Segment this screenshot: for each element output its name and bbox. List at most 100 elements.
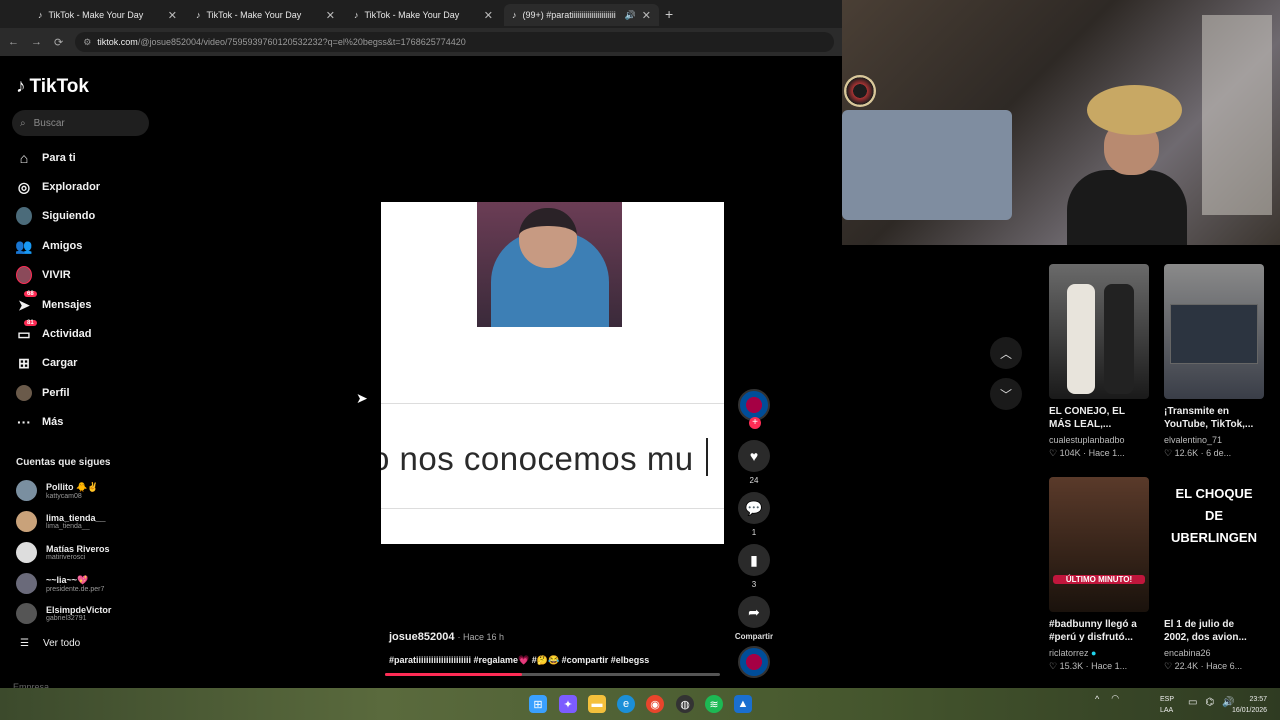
card-user[interactable]: elvalentino_71 (1164, 435, 1264, 445)
folder-icon[interactable]: ▬ (588, 695, 606, 713)
share-label: Compartir (734, 632, 774, 641)
close-icon[interactable]: ✕ (326, 9, 335, 22)
nav-item-amigos[interactable]: 👥 Amigos (15, 236, 82, 256)
following-icon (16, 207, 32, 225)
thumbnail-text: EL CHOQUE DE UBERLINGEN (1171, 486, 1257, 545)
copilot-icon[interactable]: ✦ (559, 695, 577, 713)
next-video-button[interactable]: ﹀ (990, 378, 1022, 410)
video-player[interactable]: o nos conocemos mu (381, 202, 724, 544)
suggestion-card[interactable]: ¡Transmite en YouTube, TikTok,... ⋮ elval… (1164, 264, 1264, 459)
search-placeholder: Buscar (33, 117, 65, 129)
site-info-icon[interactable]: ⚙ (83, 37, 91, 48)
like-count: 24 (749, 476, 759, 485)
tab-2[interactable]: ♪ TikTok - Make Your Day ✕ (188, 4, 343, 26)
account-item[interactable]: Pollito 🐥✌ kattycam08 (16, 480, 98, 501)
chevron-down-icon: ﹀ (999, 387, 1012, 402)
suggestion-card[interactable]: EL CHOQUE DE UBERLINGEN El 1 de julio de… (1164, 477, 1264, 672)
nav-label: Perfil (42, 387, 70, 399)
tab-4[interactable]: ♪ (99+) #paratiiiiiiiiiiiiiiiiiiiiii 🔊 ✕ (504, 4, 659, 26)
close-icon[interactable]: ✕ (642, 9, 651, 22)
account-item[interactable]: ~~lia~~💖 presidente.de.per7 (16, 573, 104, 594)
nav-label: Para ti (42, 152, 76, 164)
nav-item-para-ti[interactable]: ⌂ Para ti (16, 148, 76, 168)
profile-icon (16, 385, 32, 401)
account-item[interactable]: lima_tienda__ lima_tienda__ (16, 511, 106, 532)
network-icon[interactable]: ⌬ (1205, 697, 1214, 708)
card-stats: ♡ 12.6K · 6 de... (1164, 448, 1232, 458)
nav-item-mensajes[interactable]: ➤ 68 Mensajes (16, 291, 92, 315)
video-caption-overlay: o nos conocemos mu (381, 440, 694, 477)
more-icon[interactable]: ⋮ (1145, 405, 1149, 418)
card-user[interactable]: cualestuplanbadbo (1049, 435, 1149, 445)
display-icon[interactable]: ▭ (1188, 697, 1197, 708)
close-icon[interactable]: ✕ (168, 9, 177, 22)
app-icon[interactable]: ▲ (734, 695, 752, 713)
author-name: josue852004 (389, 631, 455, 643)
account-name: ElsimpdeVictor (46, 605, 112, 615)
tiktok-icon: ♪ (512, 10, 517, 20)
new-tab-button[interactable]: + (665, 6, 673, 22)
clock-date: 16/01/2026 (1232, 707, 1268, 714)
nav-item-cargar[interactable]: ⊞ Cargar (16, 353, 77, 373)
nav-item-perfil[interactable]: Perfil (16, 383, 70, 403)
divider (381, 403, 724, 404)
tiktok-logo[interactable]: ♪ TikTok (16, 76, 89, 98)
more-icon[interactable]: ⋮ (1145, 618, 1149, 631)
follow-plus-button[interactable]: + (749, 417, 761, 429)
comment-count: 1 (751, 528, 757, 537)
back-icon[interactable]: ← (8, 36, 19, 48)
nav-label: Actividad (42, 328, 92, 340)
nav-item-actividad[interactable]: ▭ 81 Actividad (16, 320, 92, 344)
card-user[interactable]: encabina26 (1164, 648, 1264, 658)
live-icon (16, 266, 32, 284)
comment-button[interactable]: 💬 1 (738, 492, 770, 537)
chevron-up-icon[interactable]: ^ (1095, 694, 1099, 704)
like-button[interactable]: ♥ 24 (738, 440, 770, 485)
sound-avatar[interactable] (738, 646, 770, 678)
video-thumbnail: EL CHOQUE DE UBERLINGEN (1164, 477, 1264, 612)
nav-item-siguiendo[interactable]: Siguiendo (16, 206, 95, 226)
card-user[interactable]: riclatorrez ● (1049, 648, 1149, 658)
avatar (16, 480, 37, 501)
card-stats: ♡ 22.4K · Hace 6... (1164, 661, 1243, 671)
thumbnail-text: ÚLTIMO MINUTO! (1053, 575, 1145, 584)
url-field[interactable]: ⚙ tiktok.com/@josue852004/video/75959397… (75, 32, 834, 52)
tab-3[interactable]: ♪ TikTok - Make Your Day ✕ (346, 4, 501, 26)
save-button[interactable]: ▮ 3 (738, 544, 770, 589)
card-title: ¡Transmite en YouTube, TikTok,... (1164, 406, 1254, 430)
obs-icon[interactable]: ◍ (676, 695, 694, 713)
speaker-icon[interactable]: 🔊 (625, 10, 636, 21)
account-item[interactable]: ElsimpdeVictor gabriel32791 (16, 603, 111, 624)
search-input[interactable]: ⌕ Buscar (12, 110, 149, 136)
edge-icon[interactable]: e (617, 695, 635, 713)
clock[interactable]: 23:57 16/01/2026 (1232, 694, 1267, 716)
reload-icon[interactable]: ⟳ (54, 36, 63, 49)
nav-item-mas[interactable]: ··· Más (16, 412, 63, 432)
start-icon[interactable]: ⊞ (529, 695, 547, 713)
more-icon[interactable]: ⋮ (1260, 405, 1264, 418)
see-all-button[interactable]: ☰ Ver todo (20, 638, 80, 649)
suggestion-card[interactable]: EL CONEJO, EL MÁS LEAL,... ⋮ cualestuplan… (1049, 264, 1149, 459)
account-item[interactable]: Matías Riveros matiriverosci (16, 542, 110, 563)
forward-icon[interactable]: → (31, 36, 42, 48)
compass-icon: ◎ (17, 178, 31, 195)
heart-icon: ♥ (738, 440, 770, 472)
previous-video-button[interactable]: ︿ (990, 337, 1022, 369)
text-cursor (706, 438, 708, 476)
system-tray: ^ ◠ (1095, 693, 1119, 704)
lang-layout: LAA (1160, 707, 1174, 714)
language-indicator[interactable]: ESP LAA (1160, 694, 1174, 716)
suggestion-card[interactable]: ÚLTIMO MINUTO! #badbunny llegó a #perú y… (1049, 477, 1149, 672)
chrome-icon[interactable]: ◉ (646, 695, 664, 713)
spotify-icon[interactable]: ≋ (705, 695, 723, 713)
wifi-icon[interactable]: ◠ (1111, 693, 1119, 704)
close-icon[interactable]: ✕ (484, 9, 493, 22)
share-button[interactable]: ➦ Compartir (730, 596, 778, 641)
nav-item-vivir[interactable]: VIVIR (16, 265, 71, 285)
account-handle: matiriverosci (46, 554, 86, 561)
more-icon[interactable]: ⋮ (1260, 618, 1264, 631)
video-author[interactable]: josue852004 · Hace 16 h (389, 631, 504, 643)
tab-1[interactable]: ♪ TikTok - Make Your Day ✕ (30, 4, 185, 26)
video-thumbnail: ÚLTIMO MINUTO! (1049, 477, 1149, 612)
nav-item-explorador[interactable]: ◎ Explorador (16, 177, 100, 197)
